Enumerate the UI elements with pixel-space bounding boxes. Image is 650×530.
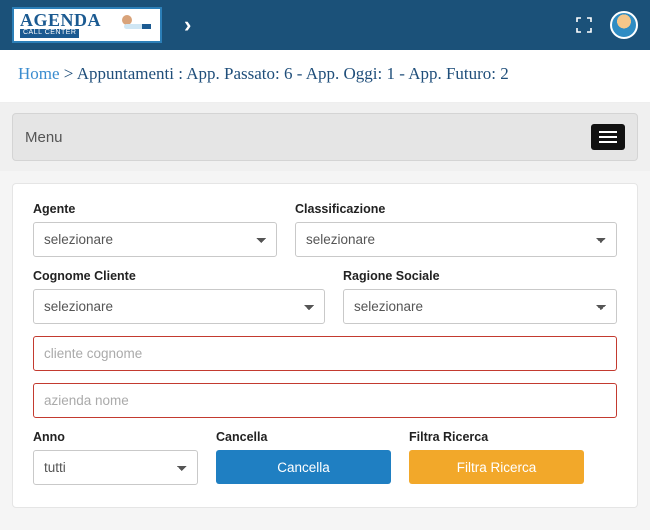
app-logo[interactable]: AGENDA CALL CENTER [12, 7, 162, 43]
menu-bar-container: Menu [0, 103, 650, 171]
ragione-select[interactable]: selezionare [343, 289, 617, 324]
breadcrumb-home-link[interactable]: Home [18, 64, 60, 83]
breadcrumb-separator: > [64, 64, 74, 83]
pen-icon [118, 14, 154, 36]
agente-select[interactable]: selezionare [33, 222, 277, 257]
ragione-label: Ragione Sociale [343, 269, 617, 283]
logo-sub-text: CALL CENTER [20, 29, 79, 37]
menu-bar: Menu [12, 113, 638, 161]
cognome-select[interactable]: selezionare [33, 289, 325, 324]
breadcrumb-rest: Appuntamenti : App. Passato: 6 - App. Og… [77, 64, 509, 83]
chevron-right-icon[interactable]: › [184, 12, 191, 38]
top-bar: AGENDA CALL CENTER › [0, 0, 650, 50]
content-area: Agente selezionare Classificazione selez… [0, 171, 650, 520]
logo-main-text: AGENDA [20, 12, 101, 28]
cancella-label: Cancella [216, 430, 391, 444]
top-bar-right [576, 11, 638, 39]
classificazione-label: Classificazione [295, 202, 617, 216]
hamburger-menu-icon[interactable] [591, 124, 625, 150]
anno-label: Anno [33, 430, 198, 444]
classificazione-select[interactable]: selezionare [295, 222, 617, 257]
cognome-label: Cognome Cliente [33, 269, 325, 283]
filter-card: Agente selezionare Classificazione selez… [12, 183, 638, 508]
breadcrumb: Home > Appuntamenti : App. Passato: 6 - … [0, 50, 650, 103]
cancella-button[interactable]: Cancella [216, 450, 391, 484]
azienda-nome-input[interactable] [33, 383, 617, 418]
filtra-label: Filtra Ricerca [409, 430, 584, 444]
user-avatar[interactable] [610, 11, 638, 39]
menu-label: Menu [25, 129, 63, 146]
anno-select[interactable]: tutti [33, 450, 198, 485]
fullscreen-icon[interactable] [576, 17, 592, 33]
cliente-cognome-input[interactable] [33, 336, 617, 371]
top-bar-left: AGENDA CALL CENTER › [12, 7, 191, 43]
filtra-button[interactable]: Filtra Ricerca [409, 450, 584, 484]
agente-label: Agente [33, 202, 277, 216]
